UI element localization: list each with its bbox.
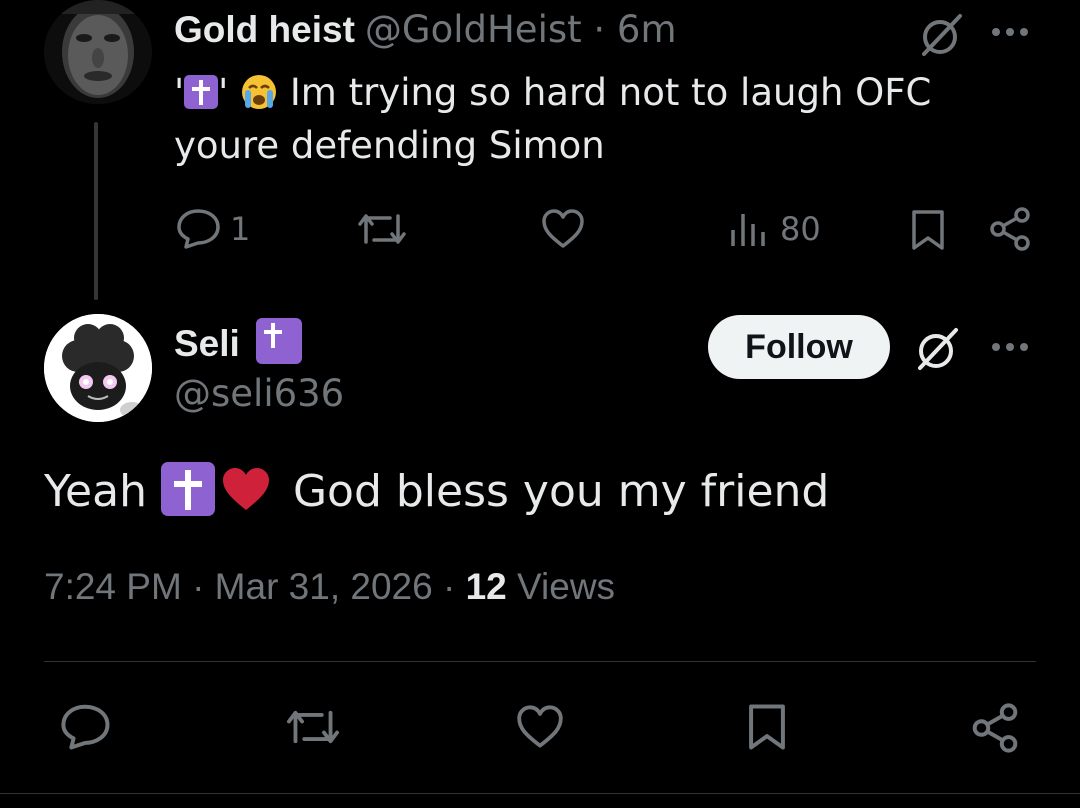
parent-tweet-text: ' ' Im trying so hard not to laugh OFC yo…	[174, 66, 954, 172]
follow-button[interactable]: Follow	[708, 315, 890, 379]
goldheist-avatar[interactable]	[44, 0, 152, 104]
main-text-before: Yeah	[44, 466, 161, 517]
tweet-views-label: Views	[506, 566, 616, 607]
seli-handle[interactable]: @seli636	[174, 372, 344, 415]
tweet-meta: 7:24 PM · Mar 31, 2026 · 12 Views	[44, 566, 615, 608]
tweet-views-count: 12	[465, 566, 507, 607]
share-icon[interactable]	[970, 702, 1020, 754]
like-icon[interactable]	[514, 704, 566, 750]
reply-count: 1	[230, 210, 251, 248]
like-icon[interactable]	[540, 208, 586, 250]
repost-icon[interactable]	[356, 208, 408, 250]
share-icon[interactable]	[988, 206, 1032, 252]
parent-text-quote-2: '	[218, 71, 229, 114]
more-icon[interactable]	[990, 341, 1030, 353]
parent-handle-time[interactable]: @GoldHeist · 6m	[365, 8, 677, 51]
cross-emoji	[256, 318, 303, 364]
seli-avatar[interactable]	[44, 314, 152, 422]
parent-text-quote-1: '	[174, 71, 185, 114]
parent-display-name[interactable]: Gold heist	[174, 9, 355, 50]
tweet-timestamp[interactable]: 7:24 PM · Mar 31, 2026 ·	[44, 566, 466, 607]
crying-face-emoji	[240, 72, 278, 110]
red-heart-emoji	[221, 466, 271, 512]
bottom-divider	[0, 793, 1080, 794]
more-icon[interactable]	[990, 26, 1030, 38]
reply-icon[interactable]	[60, 702, 112, 750]
repost-icon[interactable]	[284, 704, 342, 750]
reply-icon[interactable]	[176, 207, 222, 249]
parent-text-main: Im trying so hard not to laugh OFC youre…	[174, 71, 932, 167]
seli-display-name[interactable]: Seli	[174, 318, 303, 365]
thread-connector	[94, 122, 98, 300]
bookmark-icon[interactable]	[910, 208, 946, 252]
parent-tweet-header: Gold heist @GoldHeist · 6m	[174, 8, 677, 51]
main-tweet-text: Yeah God bless you my friend	[44, 462, 829, 521]
bookmark-icon[interactable]	[746, 702, 788, 752]
views-icon[interactable]	[728, 208, 768, 248]
seli-name-text[interactable]: Seli	[174, 323, 240, 364]
grok-icon[interactable]	[914, 326, 962, 372]
views-count: 80	[780, 210, 821, 248]
cross-emoji	[160, 462, 215, 516]
cross-emoji	[184, 75, 219, 109]
grok-icon[interactable]	[918, 12, 966, 58]
divider	[44, 661, 1036, 662]
main-text-after: God bless you my friend	[278, 466, 830, 517]
